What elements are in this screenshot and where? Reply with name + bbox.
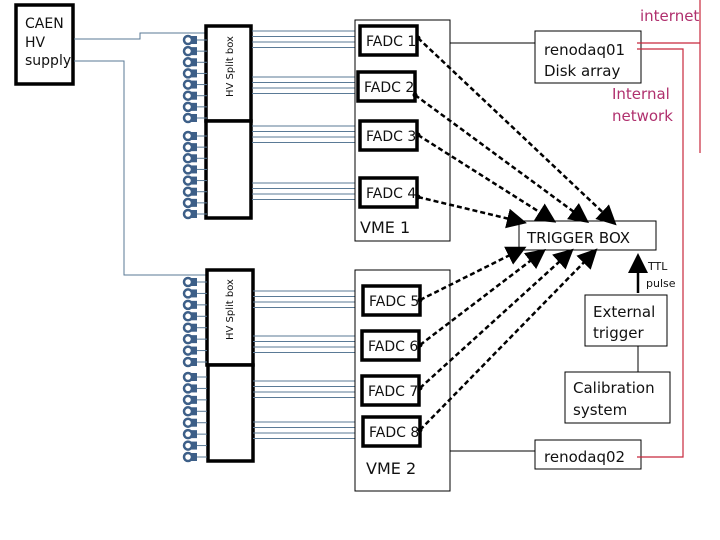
signal-cable-bundles [252, 30, 363, 439]
fadc-label: FADC 3 [366, 129, 416, 145]
fadc-module: FADC 7 [360, 374, 421, 407]
internet-label: internet [640, 7, 699, 25]
external-trigger-label: trigger [593, 324, 644, 342]
renodaq02-label: renodaq02 [544, 448, 625, 466]
trigger-box-label: TRIGGER BOX [526, 229, 630, 247]
connector-icon [182, 451, 194, 463]
connector-icon [182, 34, 194, 46]
fadc-module: FADC 1 [358, 24, 419, 57]
connector-icon [182, 57, 194, 68]
hv-split-box-1: HV Split box [204, 24, 253, 220]
vme2-label: VME 2 [366, 459, 416, 478]
connector-icon [182, 130, 194, 142]
external-trigger-label: External [593, 303, 655, 321]
fadc-label: FADC 6 [368, 339, 418, 355]
disk-array-label: Disk array [544, 62, 620, 80]
fadc-module: FADC 3 [358, 119, 419, 152]
ttl-label: TTL [647, 260, 668, 273]
connector-icon [182, 164, 194, 175]
connector-icon [182, 322, 194, 333]
fadc-module: FADC 6 [360, 329, 421, 362]
connector-icon [182, 186, 194, 197]
daq-diagram: CAEN HV supply HV Split box HV Split box… [14, 0, 701, 492]
ttl-label: pulse [646, 277, 676, 290]
connector-icon [182, 311, 194, 322]
fadc-module: FADC 2 [356, 70, 417, 103]
fadc-module: FADC 5 [361, 284, 422, 317]
connector-icon [182, 45, 194, 57]
internal-network-label: network [612, 107, 673, 125]
pmt-connectors [182, 34, 207, 463]
hv-supply-line: supply [25, 53, 71, 69]
fadc-module: FADC 4 [358, 176, 419, 209]
calibration-label: Calibration [573, 379, 655, 397]
external-trigger-box: External trigger [584, 294, 668, 347]
connector-icon [182, 394, 194, 406]
renodaq02-box: renodaq02 [534, 439, 642, 470]
connector-icon [182, 383, 194, 394]
connector-icon [182, 175, 194, 186]
connector-icon [182, 90, 194, 101]
fadc-label: FADC 5 [369, 294, 419, 310]
vme1-label: VME 1 [360, 218, 410, 237]
split-box-label: HV Split box [225, 279, 236, 340]
connector-icon [182, 197, 194, 209]
connector-icon [182, 428, 194, 440]
fadc-label: FADC 1 [366, 34, 416, 50]
connector-icon [182, 333, 194, 345]
connector-icon [182, 101, 194, 113]
connector-icon [182, 141, 194, 153]
hv-split-box-2: HV Split box [205, 268, 255, 463]
connector-icon [182, 440, 194, 451]
calibration-system-box: Calibration system [564, 371, 671, 424]
connector-icon [182, 208, 194, 220]
fadc-label: FADC 8 [369, 425, 419, 441]
connector-icon [182, 356, 194, 368]
connector-icon [182, 68, 194, 79]
connector-icon [182, 299, 194, 311]
fadc-label: FADC 7 [368, 384, 418, 400]
renodaq01-label: renodaq01 [544, 41, 625, 59]
fadc-label: FADC 4 [366, 186, 416, 202]
connector-icon [182, 371, 194, 383]
connector-icon [182, 417, 194, 428]
fadc-module: FADC 8 [361, 415, 422, 448]
connector-icon [182, 79, 194, 90]
fadc-label: FADC 2 [364, 80, 414, 96]
trigger-box: TRIGGER BOX [518, 220, 657, 251]
caen-hv-supply: CAEN HV supply [14, 3, 75, 86]
connector-icon [182, 153, 194, 164]
connector-icon [182, 345, 194, 356]
renodaq01-box: renodaq01 Disk array [534, 30, 642, 84]
split-box-label: HV Split box [225, 36, 236, 97]
connector-icon [182, 112, 194, 124]
connector-icon [182, 288, 194, 299]
hv-supply-line: CAEN [25, 16, 64, 32]
connector-icon [182, 276, 194, 288]
connector-icon [182, 406, 194, 417]
calibration-label: system [573, 401, 627, 419]
internal-network-label: Internal [612, 85, 670, 103]
hv-supply-line: HV [25, 35, 46, 51]
